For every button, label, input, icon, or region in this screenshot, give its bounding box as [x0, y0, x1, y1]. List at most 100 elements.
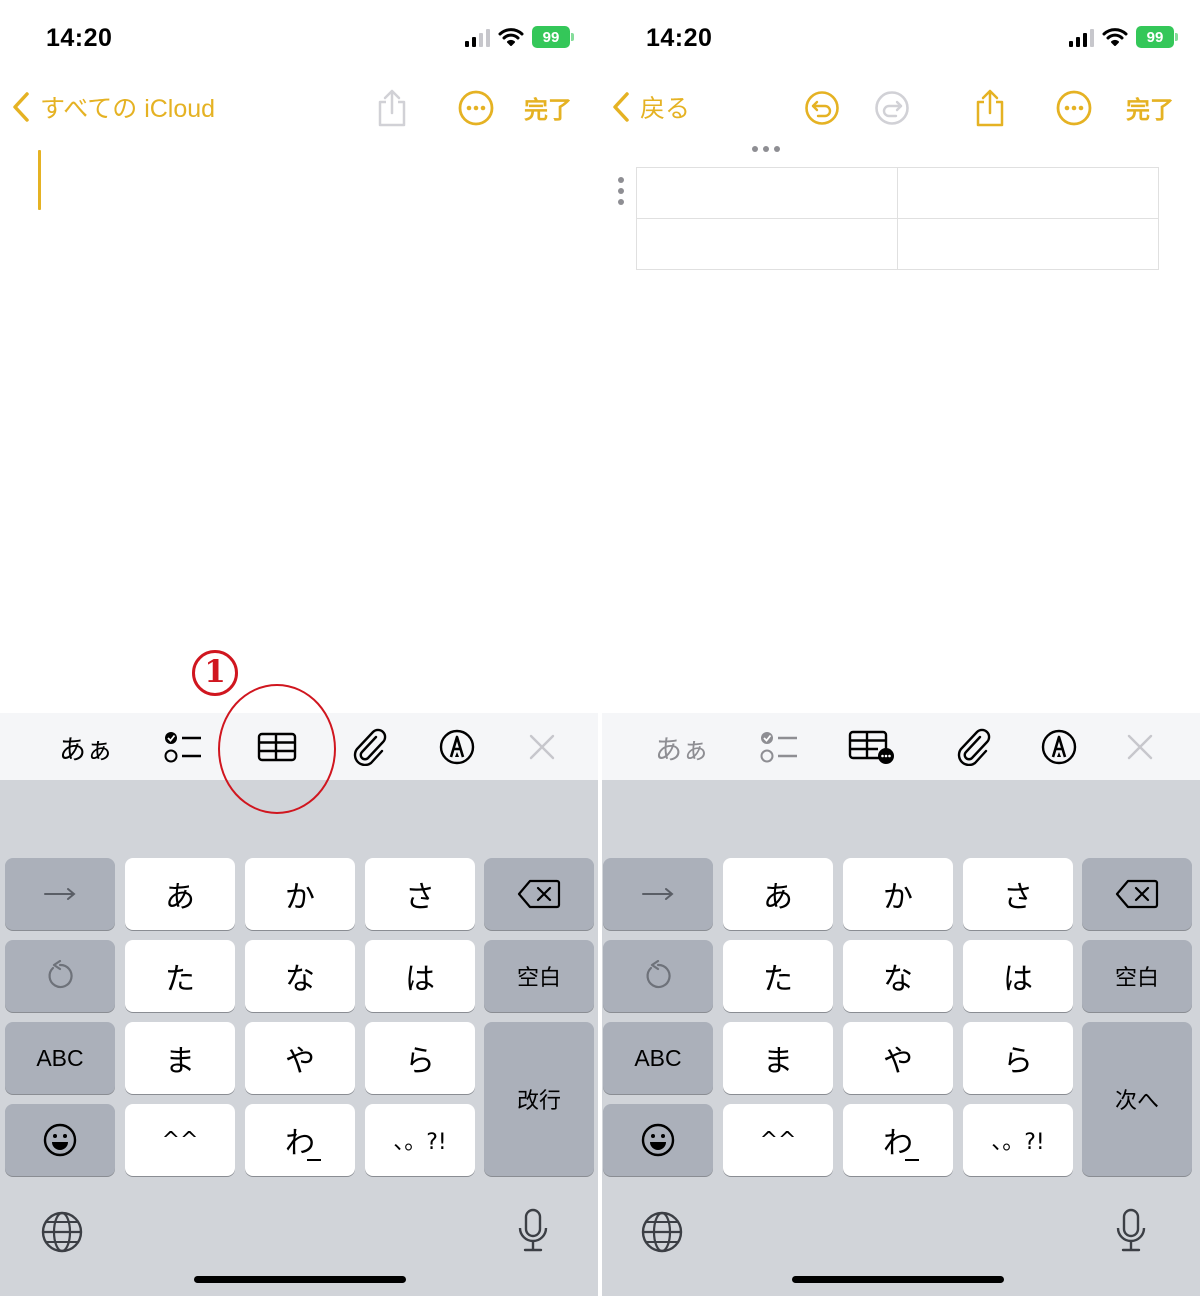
key-a[interactable]: あ [723, 858, 833, 930]
paperclip-icon [957, 728, 991, 766]
key-space[interactable]: 空白 [1082, 940, 1192, 1012]
key-arrow[interactable] [603, 858, 713, 930]
text-format-button[interactable]: あぁ [58, 723, 114, 771]
format-toolbar: あぁ [602, 713, 1200, 780]
back-button[interactable]: 戻る [612, 84, 690, 130]
key-na[interactable]: な [843, 940, 953, 1012]
key-na[interactable]: な [245, 940, 355, 1012]
markup-button[interactable] [1036, 723, 1082, 771]
key-wa[interactable]: わ [843, 1104, 953, 1176]
more-button[interactable] [454, 86, 498, 130]
mic-button[interactable] [1114, 1208, 1148, 1258]
status-icons: 99 [1069, 26, 1178, 48]
keyboard: あ か さ た な は 空白 ABC ま や ら 次へ ^^ わ 、。?! [602, 780, 1200, 1296]
table-icon [257, 732, 297, 762]
key-ya[interactable]: や [843, 1022, 953, 1094]
key-undo[interactable] [5, 940, 115, 1012]
key-wa[interactable]: わ [245, 1104, 355, 1176]
redo-button[interactable] [870, 86, 914, 130]
key-arrow[interactable] [5, 858, 115, 930]
key-punctuation[interactable]: 、。?! [365, 1104, 475, 1176]
key-delete[interactable] [484, 858, 594, 930]
signal-icon [465, 27, 490, 47]
done-button[interactable]: 完了 [1126, 90, 1174, 125]
key-ha[interactable]: は [963, 940, 1073, 1012]
table-cell[interactable] [636, 167, 898, 219]
key-ma[interactable]: ま [125, 1022, 235, 1094]
globe-icon [641, 1211, 683, 1253]
key-sa[interactable]: さ [963, 858, 1073, 930]
key-kaomoji[interactable]: ^^ [125, 1104, 235, 1176]
key-return[interactable]: 改行 [484, 1022, 594, 1176]
mic-button[interactable] [516, 1208, 550, 1258]
key-emoji[interactable] [603, 1104, 713, 1176]
arrow-right-icon [642, 888, 674, 900]
home-indicator [792, 1276, 1004, 1283]
key-abc[interactable]: ABC [5, 1022, 115, 1094]
key-ka[interactable]: か [245, 858, 355, 930]
table-button[interactable] [254, 723, 300, 771]
key-sa[interactable]: さ [365, 858, 475, 930]
table-row [636, 167, 1159, 219]
checklist-button[interactable] [160, 723, 206, 771]
reload-icon [646, 960, 671, 989]
key-undo[interactable] [603, 940, 713, 1012]
close-toolbar-button[interactable] [1118, 723, 1162, 771]
mic-icon [518, 1208, 548, 1252]
key-delete[interactable] [1082, 858, 1192, 930]
close-toolbar-button[interactable] [520, 723, 564, 771]
key-ka[interactable]: か [843, 858, 953, 930]
share-button[interactable] [968, 86, 1012, 130]
markup-button[interactable] [434, 723, 480, 771]
status-time: 14:20 [46, 24, 113, 52]
key-ra[interactable]: ら [365, 1022, 475, 1094]
text-format-button[interactable]: あぁ [654, 723, 710, 771]
key-next[interactable]: 次へ [1082, 1022, 1192, 1176]
back-button[interactable]: すべての iCloud [12, 84, 215, 130]
table-cell[interactable] [636, 218, 898, 270]
globe-button[interactable] [40, 1210, 84, 1258]
key-abc[interactable]: ABC [603, 1022, 713, 1094]
phone-screen-left: 14:20 99 すべての iCloud 完了 あぁ あ か さ た な は 空… [0, 0, 598, 1296]
more-button[interactable] [1052, 86, 1096, 130]
mic-icon [1116, 1208, 1146, 1252]
share-button[interactable] [370, 86, 414, 130]
column-handle[interactable] [752, 146, 780, 152]
more-icon [1056, 90, 1092, 126]
share-icon [976, 89, 1004, 127]
table-cell[interactable] [897, 218, 1159, 270]
key-ta[interactable]: た [125, 940, 235, 1012]
signal-icon [1069, 27, 1094, 47]
globe-icon [41, 1211, 83, 1253]
key-ha[interactable]: は [365, 940, 475, 1012]
phone-screen-right: 14:20 99 戻る 完了 あぁ あ か さ た な は 空白 ABC ま や… [602, 0, 1200, 1296]
globe-button[interactable] [640, 1210, 684, 1258]
key-ra[interactable]: ら [963, 1022, 1073, 1094]
reload-icon [48, 960, 73, 989]
nav-bar: 戻る 完了 [602, 82, 1200, 132]
key-ya[interactable]: や [245, 1022, 355, 1094]
back-label: 戻る [640, 95, 691, 123]
arrow-right-icon [44, 888, 76, 900]
table-cell[interactable] [897, 167, 1159, 219]
attach-button[interactable] [348, 723, 392, 771]
key-space[interactable]: 空白 [484, 940, 594, 1012]
more-icon [458, 90, 494, 126]
done-button[interactable]: 完了 [524, 90, 572, 125]
row-handle[interactable] [618, 177, 624, 205]
key-punctuation[interactable]: 、。?! [963, 1104, 1073, 1176]
undo-button[interactable] [800, 86, 844, 130]
emoji-icon [43, 1123, 77, 1157]
text-cursor [38, 150, 41, 210]
wifi-icon [1102, 28, 1128, 46]
table-options-icon [848, 730, 894, 764]
key-ma[interactable]: ま [723, 1022, 833, 1094]
attach-button[interactable] [952, 723, 996, 771]
key-a[interactable]: あ [125, 858, 235, 930]
key-emoji[interactable] [5, 1104, 115, 1176]
key-kaomoji[interactable]: ^^ [723, 1104, 833, 1176]
delete-icon [1115, 879, 1159, 909]
table-options-button[interactable] [846, 723, 898, 771]
key-ta[interactable]: た [723, 940, 833, 1012]
checklist-button[interactable] [756, 723, 802, 771]
